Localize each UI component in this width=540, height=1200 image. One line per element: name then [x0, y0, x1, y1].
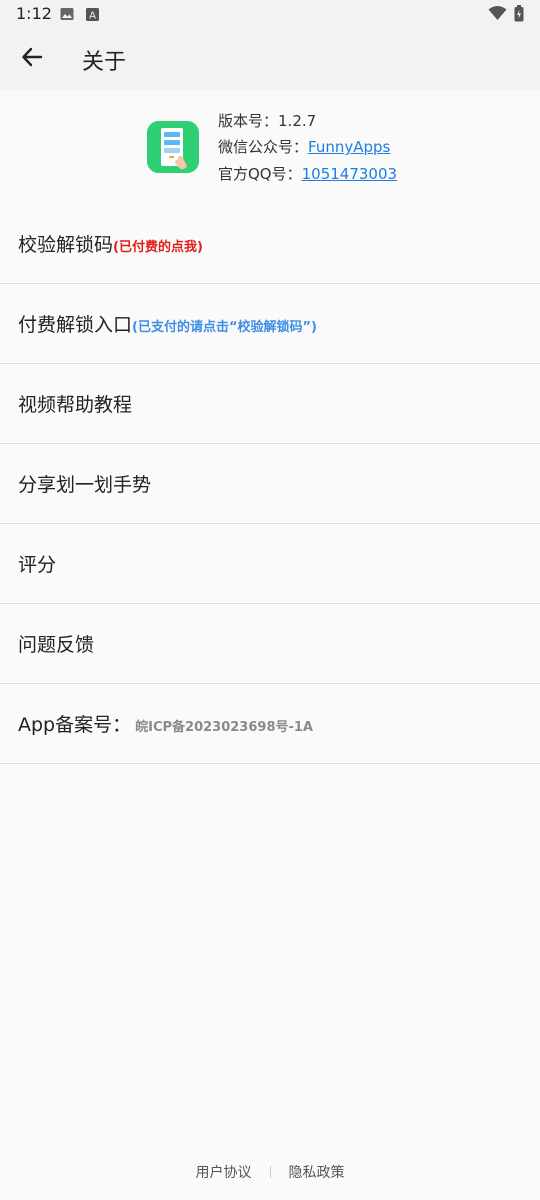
qq-number-link[interactable]: 1051473003 — [302, 165, 397, 183]
version-value: 1.2.7 — [278, 112, 317, 130]
menu-item-rate[interactable]: 评分 — [0, 524, 540, 604]
menu-item-label: 评分 — [18, 554, 57, 576]
version-label: 版本号： — [218, 112, 279, 130]
menu-item-note: (已支付的请点击“校验解锁码”) — [132, 320, 317, 335]
app-logo-icon — [147, 121, 199, 173]
wifi-icon — [488, 5, 507, 25]
menu-item-label: 校验解锁码 — [18, 234, 114, 256]
page-title: 关于 — [82, 50, 127, 75]
menu-item-label: 付费解锁入口 — [18, 314, 133, 336]
wechat-label: 微信公众号： — [218, 138, 309, 156]
wechat-account-link[interactable]: FunnyApps — [308, 138, 390, 156]
footer-divider — [269, 1166, 271, 1178]
menu-item-note: (已付费的点我) — [113, 240, 203, 255]
svg-text:A: A — [89, 11, 96, 22]
a-badge-icon: A — [86, 6, 99, 25]
menu-item-label: 视频帮助教程 — [18, 394, 133, 416]
menu-item-label: 问题反馈 — [18, 634, 95, 656]
menu-item-paid-unlock[interactable]: 付费解锁入口 (已支付的请点击“校验解锁码”) — [0, 284, 540, 364]
footer: 用户协议 隐私政策 — [0, 1160, 540, 1184]
image-icon — [60, 6, 74, 25]
menu-item-label: 分享划一划手势 — [18, 474, 152, 496]
status-time: 1:12 — [16, 4, 52, 23]
app-info-header: 版本号：1.2.7 微信公众号：FunnyApps 官方QQ号：10514730… — [0, 100, 540, 200]
menu-item-verify-unlock-code[interactable]: 校验解锁码 (已付费的点我) — [0, 204, 540, 284]
privacy-policy-link[interactable]: 隐私政策 — [289, 1162, 345, 1182]
user-agreement-link[interactable]: 用户协议 — [196, 1162, 252, 1182]
back-button[interactable] — [12, 39, 52, 79]
wechat-line: 微信公众号：FunnyApps — [218, 136, 390, 157]
menu-item-label: App备案号： — [18, 714, 132, 736]
status-bar: 1:12 A — [0, 0, 540, 28]
menu-item-feedback[interactable]: 问题反馈 — [0, 604, 540, 684]
battery-icon — [514, 5, 524, 26]
menu-item-icp-record[interactable]: App备案号： 皖ICP备2023023698号-1A — [0, 684, 540, 764]
arrow-left-icon — [21, 46, 43, 72]
qq-line: 官方QQ号：1051473003 — [218, 163, 397, 184]
qq-label: 官方QQ号： — [218, 165, 302, 183]
app-bar: 关于 — [0, 28, 540, 90]
settings-menu: 校验解锁码 (已付费的点我) 付费解锁入口 (已支付的请点击“校验解锁码”) 视… — [0, 204, 540, 764]
menu-item-video-tutorial[interactable]: 视频帮助教程 — [0, 364, 540, 444]
version-line: 版本号：1.2.7 — [218, 110, 316, 131]
icp-record-number: 皖ICP备2023023698号-1A — [135, 720, 313, 735]
menu-item-share-gesture[interactable]: 分享划一划手势 — [0, 444, 540, 524]
